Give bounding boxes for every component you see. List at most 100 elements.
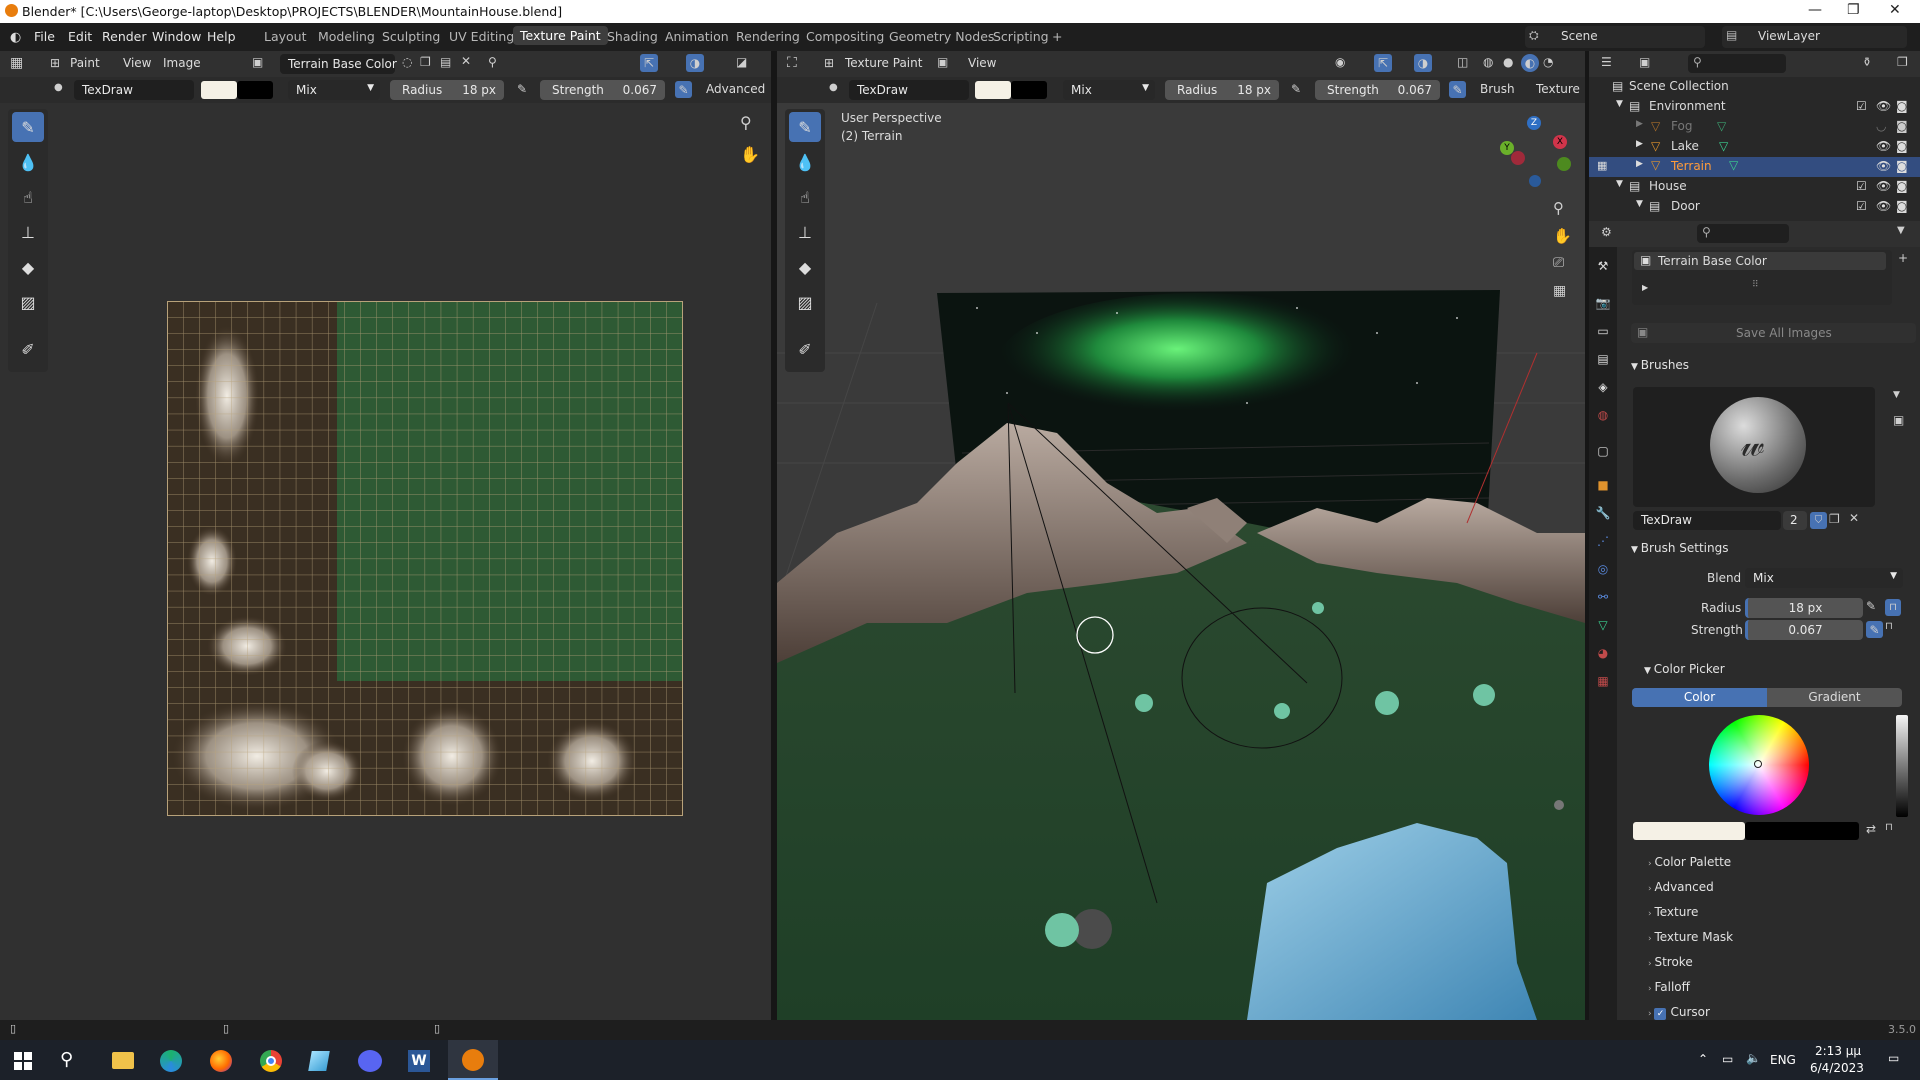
color-unit-icon[interactable]: ⊓ [1885, 822, 1893, 833]
outliner-row-house[interactable]: ▼ ▤ House ☑ 👁 ◙ [1589, 179, 1920, 197]
uv-sync-icon[interactable]: ◪ [736, 55, 747, 69]
maximize-button[interactable]: ❐ [1847, 2, 1860, 18]
gizmo-neg-z[interactable] [1529, 175, 1541, 187]
viewport-clone-tool-icon[interactable]: ⊥ [789, 217, 821, 247]
taskbar-blender-icon[interactable] [448, 1040, 498, 1080]
tab-rendering[interactable]: Rendering [736, 29, 800, 44]
viewport-annotate-tool-icon[interactable]: ✐ [789, 334, 821, 364]
brush-name-field[interactable]: TexDraw [74, 80, 194, 100]
brush-menu[interactable]: Brush [1480, 82, 1515, 96]
tool-tab-icon[interactable]: ⚒ [1594, 257, 1612, 275]
brush-icon-image-icon[interactable]: ▣ [1893, 413, 1904, 427]
image-name-field[interactable]: Terrain Base Color [280, 54, 397, 74]
viewport-editor-type-icon[interactable]: ⛶ [787, 55, 797, 71]
tab-sculpting[interactable]: Sculpting [382, 29, 440, 44]
panel-cursor[interactable]: › ✓ Cursor [1648, 1005, 1710, 1020]
gizmo-neg-y[interactable] [1557, 157, 1571, 171]
expand-arrow-icon[interactable]: ▶ [1636, 119, 1643, 129]
properties-search-input[interactable]: ⚲ [1697, 224, 1789, 243]
brush-users-count[interactable]: 2 [1783, 511, 1807, 530]
blend-dropdown[interactable]: Mix ▼ [288, 80, 380, 100]
value-slider[interactable] [1896, 715, 1908, 817]
checkbox-icon[interactable]: ☑ [1856, 199, 1867, 213]
checkbox-icon[interactable]: ☑ [1856, 179, 1867, 193]
material-tab-icon[interactable]: ◕ [1594, 644, 1612, 662]
data-tab-icon[interactable]: ▽ [1594, 616, 1612, 634]
firefox-icon[interactable] [210, 1050, 232, 1072]
fill-tool-icon[interactable]: ◆ [12, 252, 44, 282]
tab-layout[interactable]: Layout [264, 29, 307, 44]
zoom-icon[interactable]: ⚲ [740, 113, 752, 132]
menu-image[interactable]: Image [163, 56, 201, 70]
gizmo-x-axis[interactable]: X [1553, 135, 1567, 149]
brushes-panel-header[interactable]: ▼ Brushes [1631, 358, 1689, 372]
viewport-blend-dropdown[interactable]: Mix ▼ [1063, 80, 1155, 100]
panel-texture-mask[interactable]: › Texture Mask [1648, 930, 1733, 944]
image-browse-icon[interactable]: ▣ [252, 55, 263, 69]
camera-view-icon[interactable]: ⎚ [1553, 255, 1564, 271]
viewport-soften-tool-icon[interactable]: 💧 [789, 147, 821, 177]
tab-gradient[interactable]: Gradient [1767, 688, 1902, 707]
new-image-icon[interactable]: ❐ [420, 55, 431, 69]
wireframe-shading-icon[interactable]: ◍ [1483, 55, 1493, 69]
world-tab-icon[interactable]: ◍ [1594, 406, 1612, 424]
properties-secondary-color-swatch[interactable] [1745, 822, 1859, 840]
open-image-icon[interactable]: ▤ [440, 55, 451, 69]
smear-tool-icon[interactable]: ☝ [12, 182, 44, 212]
menu-file[interactable]: File [34, 29, 55, 44]
radius-pressure-icon[interactable]: ✎ [1866, 599, 1876, 613]
panel-texture[interactable]: › Texture [1648, 905, 1698, 919]
physics-tab-icon[interactable]: ◎ [1594, 560, 1612, 578]
strength-unit-icon[interactable]: ⊓ [1885, 621, 1893, 632]
camera-icon[interactable]: ◙ [1896, 179, 1908, 193]
expand-arrow-icon[interactable]: ▶ [1636, 139, 1643, 149]
radius-pressure-icon[interactable]: ✎ [517, 82, 527, 96]
camera-icon[interactable]: ◙ [1896, 99, 1908, 113]
color-picker-header[interactable]: ▼ Color Picker [1644, 662, 1725, 676]
clock-date[interactable]: 6/4/2023 [1810, 1061, 1864, 1075]
chrome-icon[interactable] [260, 1050, 282, 1072]
viewport-draw-tool-icon[interactable]: ✎ [789, 112, 821, 142]
gizmo-z-axis[interactable]: Z [1527, 116, 1541, 130]
primary-color-swatch[interactable] [201, 81, 237, 99]
viewport-radius-pressure-icon[interactable]: ✎ [1291, 82, 1301, 96]
solid-shading-icon[interactable]: ● [1503, 55, 1513, 69]
unlink-image-icon[interactable]: ✕ [461, 54, 471, 68]
view-object-types-icon[interactable]: ◉ [1335, 55, 1345, 69]
tab-animation[interactable]: Animation [665, 29, 729, 44]
brush-settings-header[interactable]: ▼ Brush Settings [1631, 541, 1728, 555]
particles-tab-icon[interactable]: ⋰ [1594, 532, 1612, 550]
new-collection-icon[interactable]: ❐ [1897, 55, 1908, 69]
discord-icon[interactable] [358, 1050, 382, 1072]
menu-edit[interactable]: Edit [68, 29, 92, 44]
menu-window[interactable]: Window [152, 29, 201, 44]
tab-shading[interactable]: Shading [607, 29, 658, 44]
notepad-icon[interactable] [308, 1051, 330, 1071]
outliner-row-lake[interactable]: ▶ ▽ Lake ▽ 👁 ◙ [1589, 139, 1920, 157]
viewport-zoom-icon[interactable]: ⚲ [1553, 199, 1564, 217]
properties-options-icon[interactable]: ▼ [1897, 225, 1905, 236]
viewport-gizmo-toggle-icon[interactable]: ⇱ [1374, 54, 1392, 72]
secondary-color-swatch[interactable] [237, 81, 273, 99]
strength-pressure-icon[interactable]: ✎ [675, 81, 692, 98]
texture-menu[interactable]: Texture [1536, 82, 1580, 96]
paint-mask-icon[interactable]: ▣ [937, 55, 948, 69]
eye-icon[interactable]: 👁 [1876, 139, 1891, 153]
expand-arrow-icon[interactable]: ▼ [1616, 179, 1623, 189]
brush-preview[interactable]: 𝓌 [1633, 387, 1875, 507]
camera-icon[interactable]: ◙ [1896, 159, 1908, 173]
viewport-mask-tool-icon[interactable]: ▨ [789, 287, 821, 317]
clone-tool-icon[interactable]: ⊥ [12, 217, 44, 247]
mode-dropdown[interactable]: Texture Paint [845, 56, 922, 70]
expand-arrow-icon[interactable]: ▶ [1642, 283, 1648, 292]
eye-icon[interactable]: 👁 [1876, 99, 1891, 113]
viewport-primary-color-swatch[interactable] [975, 81, 1011, 99]
radius-unit-icon[interactable]: ⊓ [1885, 599, 1901, 616]
panel-color-palette[interactable]: › Color Palette [1648, 855, 1731, 869]
tab-compositing[interactable]: Compositing [806, 29, 884, 44]
brush-preview-toggle-icon[interactable]: ▼ [1893, 390, 1900, 400]
ortho-toggle-icon[interactable]: ▦ [1553, 283, 1566, 299]
view-layer-tab-icon[interactable]: ▤ [1594, 350, 1612, 368]
navigation-gizmo[interactable]: Z Y X [1497, 113, 1577, 193]
cursor-checkbox[interactable]: ✓ [1654, 1008, 1667, 1020]
